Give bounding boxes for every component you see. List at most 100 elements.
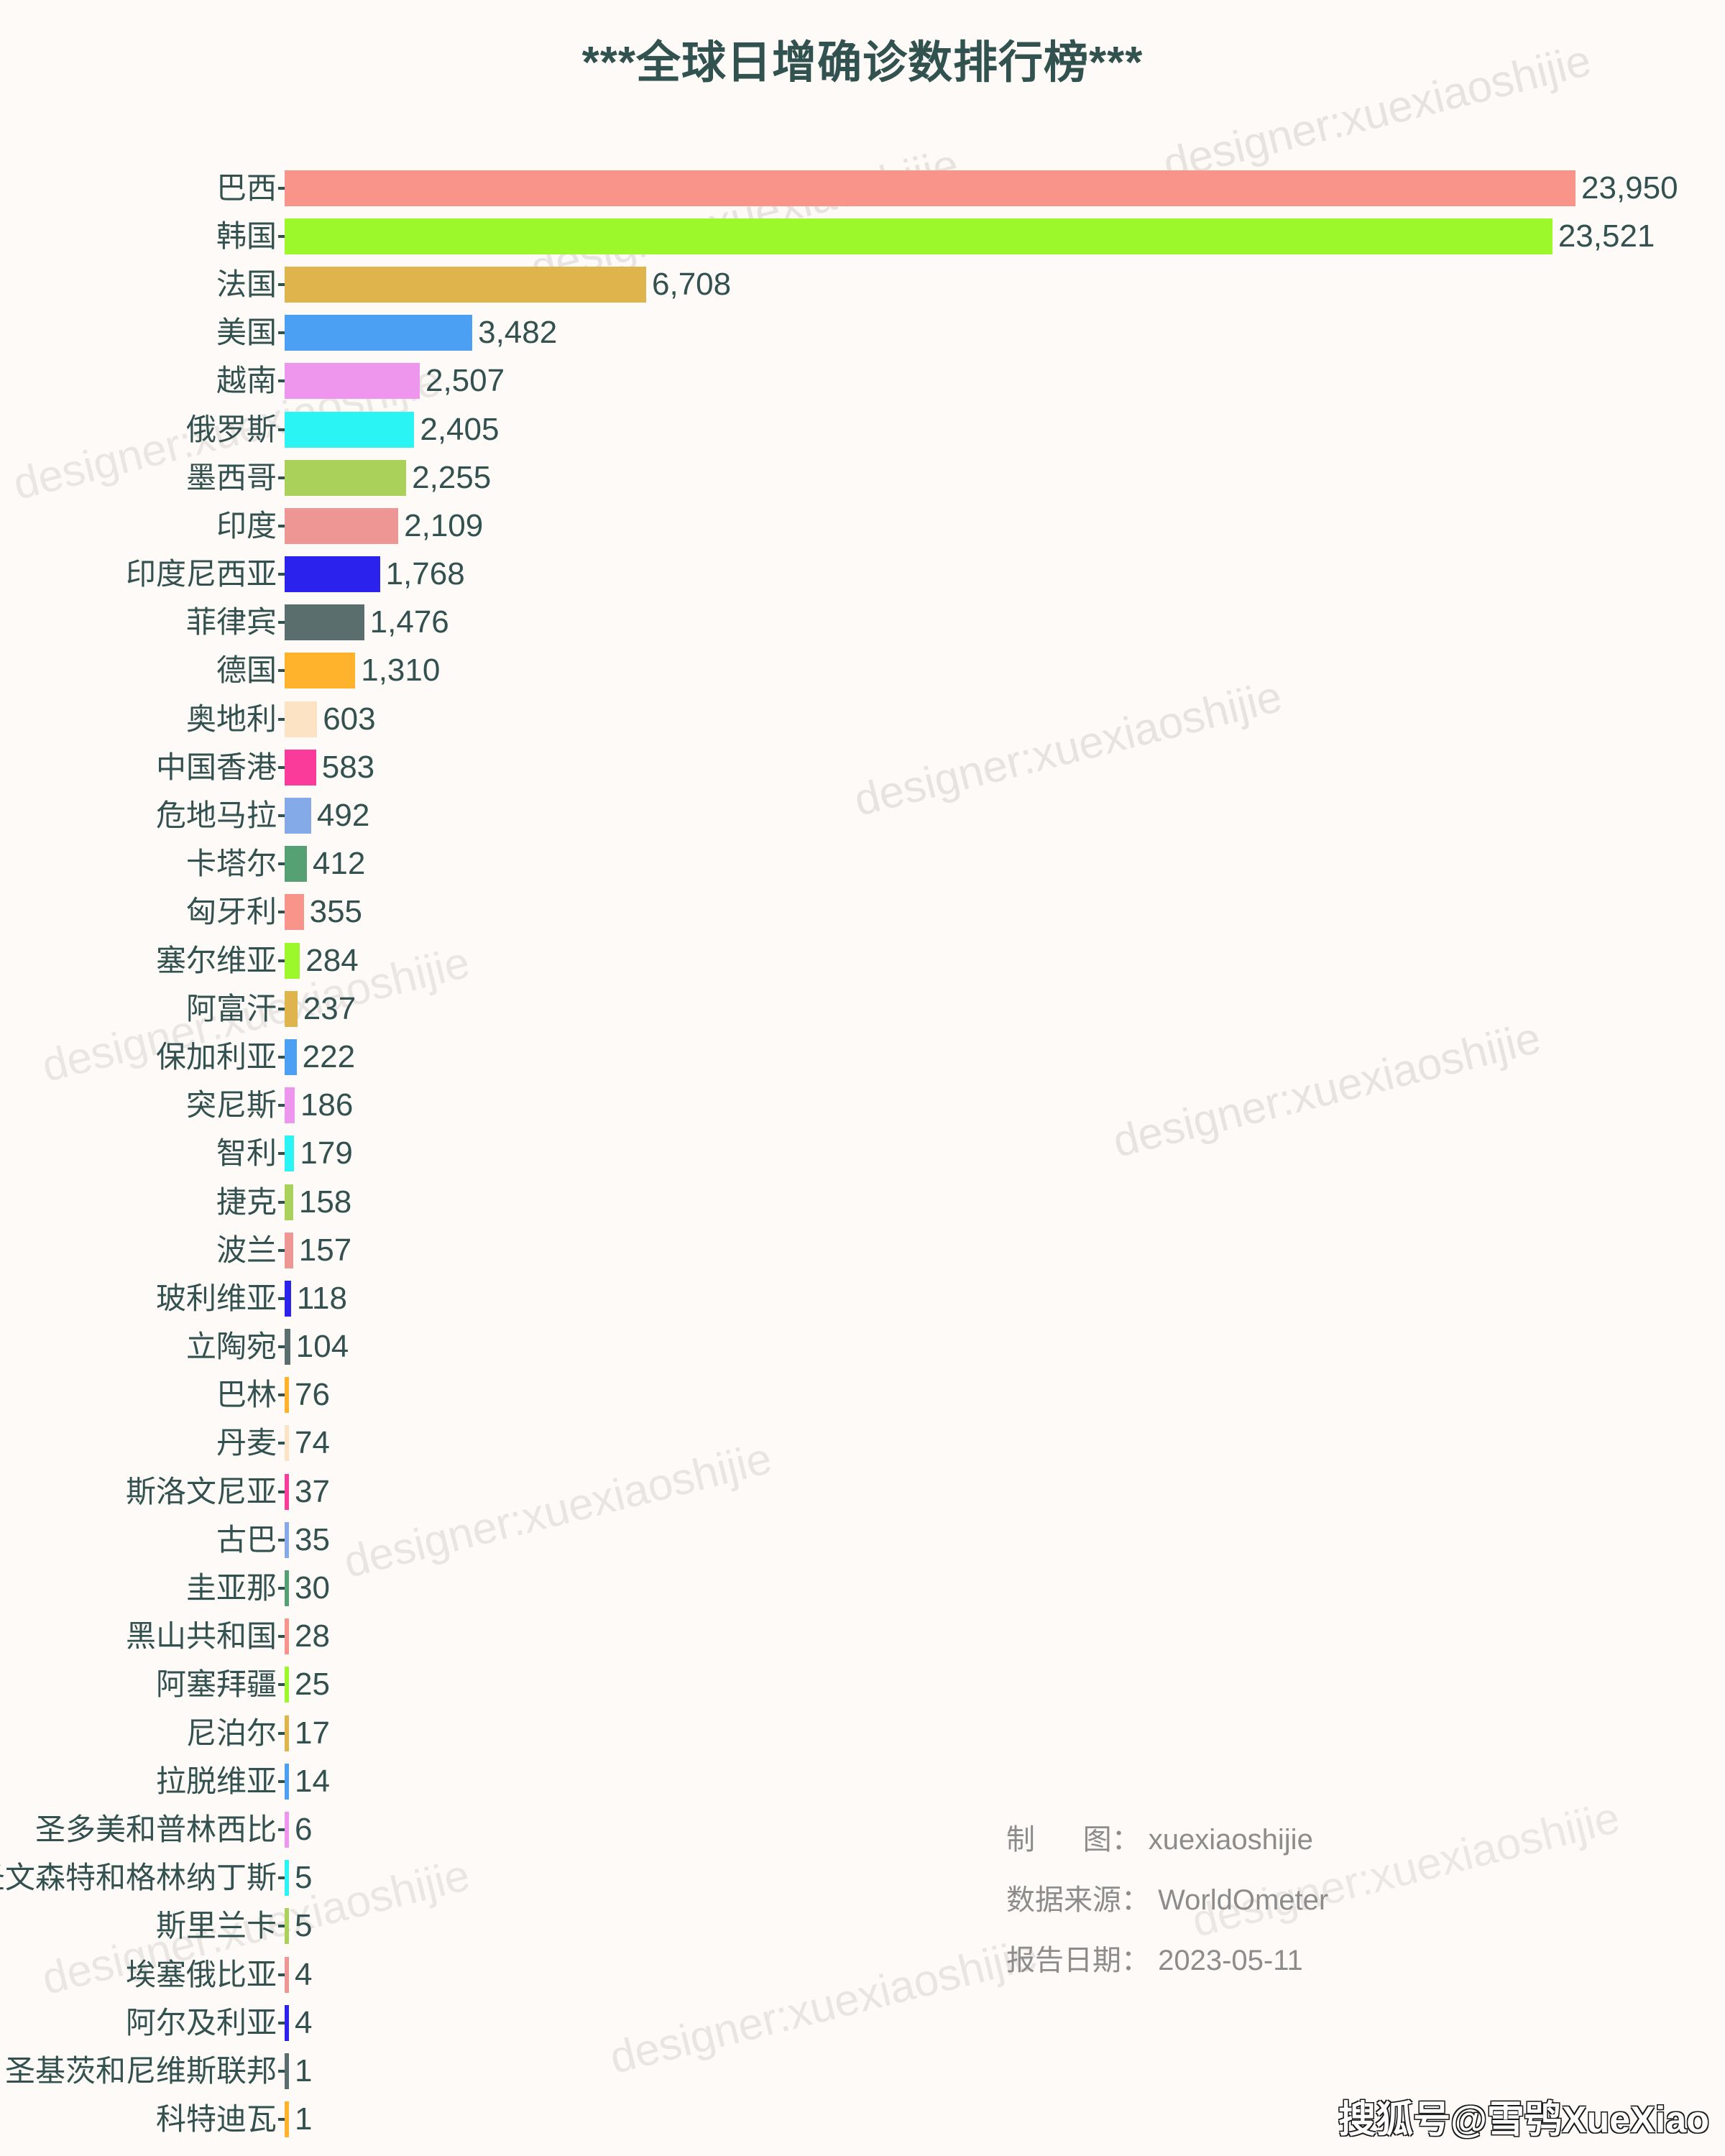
category-label: 菲律宾 — [185, 605, 277, 640]
category-label: 玻利维亚 — [155, 1281, 277, 1315]
bar-row: 玻利维亚 118 — [0, 1274, 1725, 1322]
category-label: 圣基茨和尼维斯联邦 — [4, 2053, 277, 2088]
bar — [285, 894, 304, 931]
bar-row: 立陶宛 104 — [0, 1323, 1725, 1371]
bar — [285, 942, 300, 979]
bar-value-label: 23,950 — [1581, 170, 1678, 206]
bar — [285, 556, 380, 593]
bar-row: 圭亚那 30 — [0, 1564, 1725, 1612]
bar-value-label: 1,476 — [369, 604, 449, 640]
bar — [285, 1135, 295, 1172]
category-label: 保加利亚 — [155, 1039, 277, 1074]
bar-value-label: 1,310 — [361, 653, 441, 688]
bar — [285, 1908, 289, 1945]
bar-row: 尼泊尔 17 — [0, 1709, 1725, 1757]
bar — [285, 990, 298, 1027]
bar-row: 印度 2,109 — [0, 502, 1725, 550]
bar-value-label: 2,507 — [425, 363, 505, 399]
bar-value-label: 186 — [300, 1087, 354, 1123]
category-label: 塞尔维亚 — [155, 943, 277, 977]
bar-value-label: 237 — [303, 990, 356, 1026]
bar-row: 越南 2,507 — [0, 357, 1725, 405]
bar-value-label: 492 — [316, 798, 370, 834]
category-label: 波兰 — [216, 1233, 277, 1267]
bar-row: 塞尔维亚 284 — [0, 936, 1725, 985]
source-line: 数据来源： WorldOmeter — [1006, 1884, 1329, 1916]
bar-value-label: 30 — [295, 1570, 330, 1606]
bar — [285, 218, 1552, 254]
bar-row: 美国 3,482 — [0, 309, 1725, 357]
bar-chart-plot-area: 巴西 23,950 韩国 23,521 法国 6,708 美国 3,482 越南 2,507 俄罗斯… — [0, 164, 1725, 2144]
category-label: 丹麦 — [216, 1426, 277, 1460]
category-label: 圣多美和普林西比 — [34, 1812, 277, 1846]
bar — [285, 2101, 289, 2138]
category-label: 斯里兰卡 — [155, 1909, 277, 1943]
bar — [285, 459, 407, 496]
category-label: 法国 — [216, 267, 277, 301]
category-label: 德国 — [216, 653, 277, 688]
bar — [285, 1425, 289, 1462]
bar — [285, 846, 307, 883]
category-label: 圭亚那 — [185, 1571, 277, 1606]
bar — [285, 1521, 289, 1558]
bar-row: 斯里兰卡 5 — [0, 1902, 1725, 1950]
chart-container: designer:xuexiaoshijie designer:xuexiaosh… — [0, 0, 1725, 2156]
bar-value-label: 14 — [295, 1763, 330, 1799]
page-title: ***全球日增确诊数排行榜*** — [581, 38, 1144, 88]
bar-row: 印度尼西亚 1,768 — [0, 550, 1725, 599]
category-label: 阿富汗 — [185, 991, 277, 1026]
bar-row: 斯洛文尼亚 37 — [0, 1468, 1725, 1516]
bar-value-label: 28 — [295, 1618, 330, 1654]
category-label: 奥地利 — [185, 701, 277, 736]
bar-value-label: 5 — [295, 1908, 313, 1944]
bar — [285, 1329, 290, 1365]
bar-value-label: 2,405 — [420, 411, 500, 447]
bar-row: 智利 179 — [0, 1130, 1725, 1178]
bar — [285, 2004, 289, 2041]
bar-value-label: 4 — [295, 2004, 313, 2040]
bar — [285, 507, 399, 544]
bar — [285, 1811, 289, 1848]
category-label: 埃塞俄比亚 — [125, 1957, 277, 1991]
bar-row: 奥地利 603 — [0, 695, 1725, 743]
credit-line: 制 图： xuexiaoshijie — [1006, 1824, 1313, 1856]
bar-value-label: 6,708 — [652, 266, 732, 302]
bar-value-label: 25 — [295, 1667, 330, 1703]
bar-value-label: 412 — [312, 846, 366, 882]
bar-value-label: 157 — [298, 1232, 352, 1268]
category-label: 俄罗斯 — [185, 412, 277, 446]
bar — [285, 2053, 289, 2089]
bar-value-label: 76 — [295, 1377, 330, 1413]
category-label: 斯洛文尼亚 — [125, 1474, 277, 1508]
category-label: 中国香港 — [155, 750, 277, 784]
bar-row: 韩国 23,521 — [0, 212, 1725, 260]
bar-row: 阿塞拜疆 25 — [0, 1661, 1725, 1709]
chart-footnotes: 制 图： xuexiaoshijie 数据来源： WorldOmeter 报告日… — [1006, 1825, 1328, 2007]
bar-value-label: 284 — [305, 942, 359, 978]
bar-row: 捷克 158 — [0, 1178, 1725, 1226]
bar — [285, 1087, 295, 1124]
bar — [285, 1280, 291, 1317]
bar-row: 黑山共和国 28 — [0, 1613, 1725, 1661]
category-label: 阿塞拜疆 — [155, 1667, 277, 1702]
category-label: 危地马拉 — [155, 798, 277, 833]
bar — [285, 604, 364, 641]
bar-value-label: 35 — [295, 1521, 330, 1557]
bar-value-label: 6 — [295, 1811, 313, 1847]
category-label: 印度 — [216, 508, 277, 543]
bar-value-label: 104 — [295, 1329, 349, 1365]
category-label: 匈牙利 — [185, 895, 277, 929]
bar — [285, 1860, 289, 1897]
bar-row: 阿尔及利亚 4 — [0, 1999, 1725, 2047]
bar — [285, 1377, 289, 1414]
bar-value-label: 222 — [302, 1038, 356, 1074]
bar-row: 圣文森特和格林纳丁斯 5 — [0, 1854, 1725, 1902]
bar-value-label: 74 — [295, 1425, 330, 1461]
category-label: 卡塔尔 — [185, 847, 277, 881]
bar-row: 巴西 23,950 — [0, 164, 1725, 212]
bar-row: 突尼斯 186 — [0, 1082, 1725, 1130]
category-label: 古巴 — [216, 1522, 277, 1557]
bar-row: 卡塔尔 412 — [0, 840, 1725, 888]
bar-value-label: 2,255 — [412, 459, 492, 495]
bar — [285, 749, 316, 786]
